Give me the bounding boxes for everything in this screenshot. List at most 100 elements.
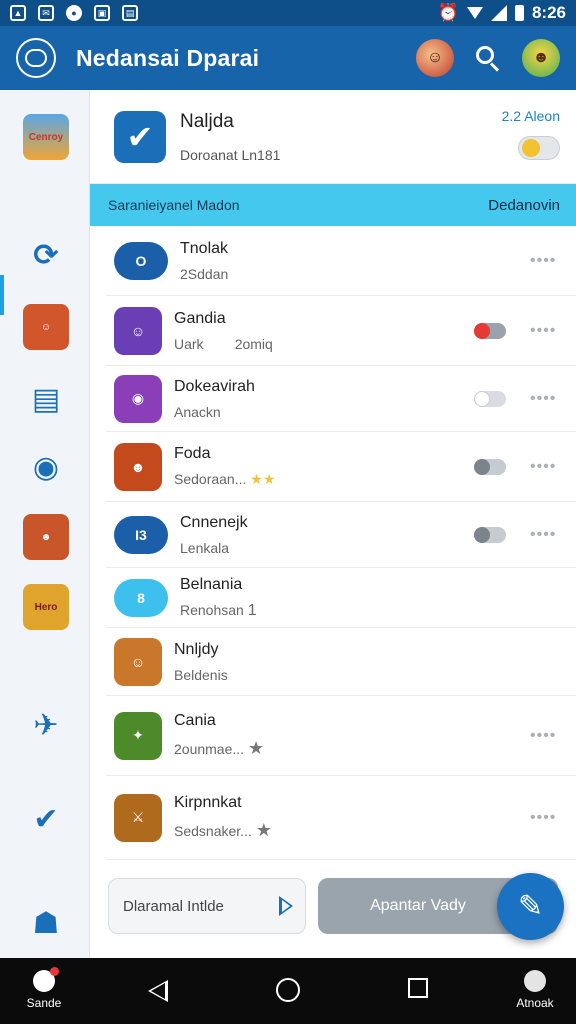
- star-icon: ★: [247, 738, 265, 758]
- banner-right-label[interactable]: Dedanovin: [488, 197, 560, 214]
- list-item[interactable]: ☺ Gandia Uark 2omiq ••••: [106, 296, 576, 366]
- more-icon[interactable]: ••••: [530, 458, 560, 476]
- app-icon: ☺: [114, 306, 162, 355]
- main-content: ✔ Naljda Doroanat Ln181 2.2 Aleon Sarani…: [90, 90, 576, 958]
- app-title: Nedansai Dparai: [76, 44, 260, 71]
- banner-left-label: Saranieiyanel Madon: [108, 197, 240, 213]
- rail-game-icon-3[interactable]: ☻: [23, 514, 69, 560]
- rail-game-icon-1[interactable]: Cenroy: [23, 114, 69, 160]
- app-icon: ✦: [114, 711, 162, 760]
- item-toggle[interactable]: [474, 458, 506, 475]
- more-icon[interactable]: ••••: [530, 390, 560, 408]
- shop-icon: ▤: [122, 5, 138, 21]
- item-toggle[interactable]: [474, 526, 506, 543]
- signal-icon: [490, 5, 507, 21]
- send-icon[interactable]: ✈: [23, 702, 69, 748]
- app-icon: 8: [114, 578, 168, 617]
- more-icon[interactable]: ••••: [530, 526, 560, 544]
- item-subtitle: Uark 2omiq: [174, 335, 273, 352]
- item-subtitle: Sedsnaker... ★: [174, 820, 272, 840]
- clock-text: 8:26: [531, 3, 566, 22]
- section-banner: Saranieiyanel Madon Dedanovin: [90, 184, 576, 226]
- app-icon: ☺: [114, 637, 162, 686]
- item-subtitle: Beldenis: [174, 666, 228, 683]
- nav-left-label: Sande: [26, 996, 62, 1010]
- profile-avatar-icon[interactable]: ☻: [522, 39, 560, 77]
- check-icon: ✔: [114, 110, 166, 163]
- document-icon[interactable]: ▤: [23, 376, 69, 422]
- rail-game-icon-4[interactable]: Hero: [23, 584, 69, 630]
- edit-fab-button[interactable]: ✎: [497, 873, 564, 940]
- item-title: Gandia: [174, 309, 226, 327]
- app-list: O Tnolak 2Sddan •••• ☺ Gandia Uark 2omiq…: [90, 226, 576, 860]
- more-icon[interactable]: ••••: [530, 322, 560, 340]
- more-icon[interactable]: ••••: [530, 252, 560, 270]
- camera-icon[interactable]: ◉: [23, 444, 69, 490]
- item-subtitle: Sedoraan... ★★: [174, 471, 276, 487]
- avatar-icon[interactable]: ☺: [416, 39, 454, 77]
- wifi-icon: [466, 7, 483, 19]
- back-icon[interactable]: [148, 980, 168, 1002]
- bottom-input-text: Dlaramal Intlde: [123, 897, 224, 915]
- rating-stars: ★★: [250, 471, 276, 487]
- notification-icon: ▲: [10, 5, 26, 21]
- app-bar: Nedansai Dparai ☺ ☻: [0, 26, 576, 90]
- item-title: Dokeavirah: [174, 377, 255, 395]
- side-rail: Cenroy ⟳ ☺ ▤ ◉ ☻ Hero ✈ ✔ ☗: [0, 90, 90, 958]
- more-icon[interactable]: ••••: [530, 809, 560, 827]
- card-title: Naljda: [180, 110, 234, 132]
- app-icon: ☻: [114, 442, 162, 491]
- list-item[interactable]: ✦ Cania 2ounmae... ★ ••••: [106, 696, 576, 776]
- recents-icon[interactable]: [408, 978, 428, 998]
- item-subtitle: Anackn: [174, 403, 221, 420]
- list-item[interactable]: ☺ Nnljdy Beldenis: [106, 628, 576, 696]
- nav-left-app[interactable]: Sande: [22, 967, 66, 1010]
- nav-right-label: Atnoak: [516, 996, 554, 1010]
- card-link[interactable]: 2.2 Aleon: [502, 108, 560, 124]
- item-title: Nnljdy: [174, 640, 219, 658]
- app-badge-icon: [33, 967, 59, 992]
- nav-right-app[interactable]: Atnoak: [510, 970, 560, 1010]
- play-icon[interactable]: [279, 896, 293, 916]
- item-subtitle: Renohsan 1: [180, 601, 257, 619]
- item-title: Tnolak: [180, 239, 229, 257]
- item-toggle[interactable]: [474, 390, 506, 407]
- sync-icon[interactable]: ⟳: [23, 232, 69, 278]
- card-subtitle: Doroanat Ln181: [180, 146, 281, 163]
- pencil-icon: ✎: [517, 890, 544, 923]
- summary-card[interactable]: ✔ Naljda Doroanat Ln181 2.2 Aleon: [90, 90, 576, 184]
- search-icon[interactable]: [474, 44, 502, 72]
- app-logo-icon[interactable]: [16, 38, 56, 78]
- home-icon[interactable]: [276, 978, 300, 1002]
- user-icon[interactable]: ☗: [23, 900, 69, 946]
- system-nav-bar: Sande Atnoak: [0, 958, 576, 1024]
- list-item[interactable]: ☻ Foda Sedoraan... ★★ ••••: [106, 432, 576, 502]
- item-subtitle: 2Sddan: [180, 265, 229, 282]
- list-item[interactable]: O Tnolak 2Sddan ••••: [106, 226, 576, 296]
- bottom-input[interactable]: Dlaramal Intlde: [108, 878, 306, 934]
- app-icon: ⚔: [114, 793, 162, 842]
- favorite-check-icon[interactable]: ✔: [23, 796, 69, 842]
- item-toggle[interactable]: [474, 322, 506, 339]
- rail-game-icon-2[interactable]: ☺: [23, 304, 69, 350]
- mail-icon: ✉: [38, 5, 54, 21]
- list-item[interactable]: ⚔ Kirpnnkat Sedsnaker... ★ ••••: [106, 776, 576, 860]
- status-bar: ▲ ✉ ● ▣ ▤ ⏰ 8:26: [0, 0, 576, 26]
- list-item[interactable]: I3 Cnnenejk Lenkala ••••: [106, 502, 576, 568]
- card-toggle[interactable]: [518, 136, 560, 160]
- photo-icon: ▣: [94, 5, 110, 21]
- alarm-icon: ⏰: [437, 3, 459, 22]
- app-icon: I3: [114, 515, 168, 554]
- item-title: Cania: [174, 712, 216, 729]
- item-subtitle: Lenkala: [180, 539, 230, 556]
- item-title: Cnnenejk: [180, 513, 248, 531]
- app-icon: O: [114, 241, 168, 280]
- list-item[interactable]: ◉ Dokeavirah Anackn ••••: [106, 366, 576, 432]
- list-item[interactable]: 8 Belnania Renohsan 1: [106, 568, 576, 628]
- person-icon: [524, 970, 546, 992]
- item-title: Belnania: [180, 575, 243, 593]
- rail-selection-indicator: [0, 275, 4, 315]
- app-icon: ◉: [114, 374, 162, 423]
- more-icon[interactable]: ••••: [530, 727, 560, 745]
- battery-icon: [514, 5, 524, 21]
